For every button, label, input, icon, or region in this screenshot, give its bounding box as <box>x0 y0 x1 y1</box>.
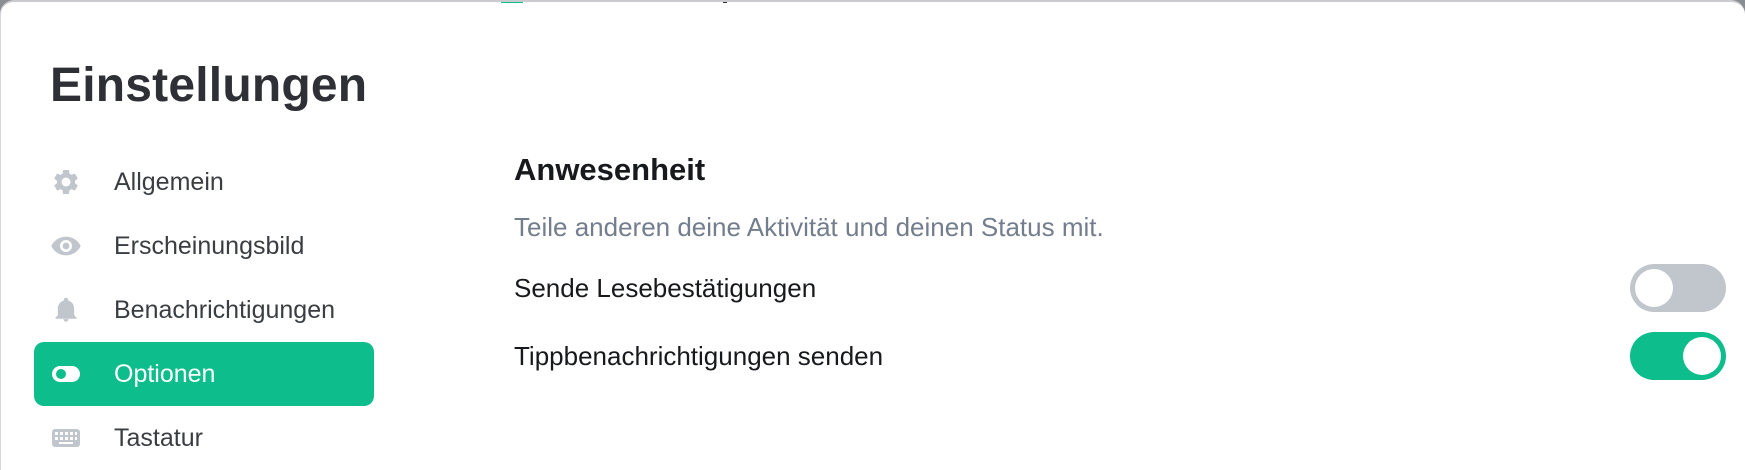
background-peek-dark <box>723 2 727 3</box>
sidebar-item-erscheinungsbild[interactable]: Erscheinungsbild <box>34 214 374 278</box>
eye-icon <box>50 230 82 262</box>
read-receipts-toggle[interactable] <box>1630 264 1726 312</box>
gear-icon <box>50 166 82 198</box>
sidebar-item-label: Tastatur <box>114 423 203 452</box>
sidebar-item-tastatur[interactable]: Tastatur <box>34 406 374 470</box>
bell-icon <box>50 294 82 326</box>
sidebar-item-label: Optionen <box>114 359 216 388</box>
sidebar-item-label: Allgemein <box>114 167 224 196</box>
sidebar-item-label: Erscheinungsbild <box>114 231 305 260</box>
background-peek-green <box>501 2 523 3</box>
presence-section: Anwesenheit Teile anderen deine Aktivitä… <box>514 152 1726 390</box>
section-description: Teile anderen deine Aktivität und deinen… <box>514 212 1104 242</box>
toggle-knob <box>1683 337 1721 375</box>
setting-row-read-receipts: Sende Lesebestätigungen <box>514 254 1726 322</box>
setting-label: Sende Lesebestätigungen <box>514 272 817 303</box>
keyboard-icon <box>50 422 82 454</box>
typing-notifications-toggle[interactable] <box>1630 332 1726 380</box>
sidebar-item-allgemein[interactable]: Allgemein <box>34 150 374 214</box>
sidebar-item-label: Benachrichtigungen <box>114 295 335 324</box>
toggle-icon <box>50 358 82 390</box>
toggle-knob <box>1635 269 1673 307</box>
background-peek <box>501 2 741 4</box>
sidebar-item-optionen[interactable]: Optionen <box>34 342 374 406</box>
sidebar-item-benachrichtigungen[interactable]: Benachrichtigungen <box>34 278 374 342</box>
settings-dialog: Einstellungen Allgemein Erscheinungsbild <box>0 0 1745 470</box>
settings-sidebar: Allgemein Erscheinungsbild Benachrichtig… <box>34 150 374 470</box>
section-title: Anwesenheit <box>514 152 706 187</box>
setting-row-typing-notifications: Tippbenachrichtigungen senden <box>514 322 1726 390</box>
dialog-title: Einstellungen <box>50 59 368 112</box>
setting-label: Tippbenachrichtigungen senden <box>514 340 884 371</box>
